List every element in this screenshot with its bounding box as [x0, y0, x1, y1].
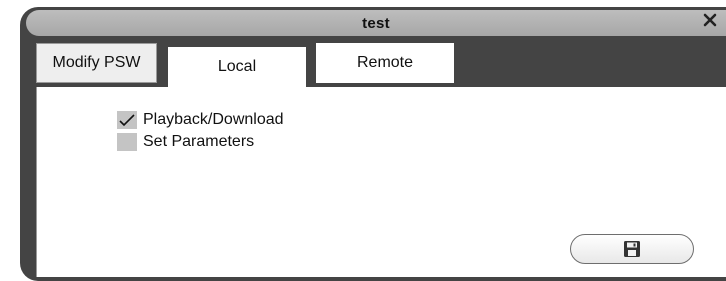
tab-local[interactable]: Local	[168, 47, 306, 87]
window-title: test	[362, 14, 390, 32]
checkbox[interactable]	[117, 111, 137, 129]
permission-label: Playback/Download	[143, 111, 284, 128]
close-icon	[703, 13, 717, 27]
dialog-window: test Modify PSW Local Remote Playback/Do…	[20, 7, 726, 281]
tab-label: Local	[217, 58, 257, 75]
tab-content-panel: Playback/Download Set Parameters	[36, 87, 726, 277]
checkbox[interactable]	[117, 133, 137, 151]
save-button[interactable]	[570, 234, 694, 264]
title-bar: test	[26, 10, 726, 36]
floppy-disk-icon	[624, 241, 640, 257]
permission-label: Set Parameters	[143, 133, 255, 150]
close-button[interactable]	[700, 10, 720, 30]
checkmark-icon	[119, 114, 135, 127]
permission-playback-download[interactable]: Playback/Download	[117, 111, 284, 129]
tab-modify-psw[interactable]: Modify PSW	[36, 43, 157, 83]
tab-remote[interactable]: Remote	[316, 43, 454, 83]
tab-bar: Modify PSW Local Remote	[36, 43, 726, 87]
tab-label: Remote	[356, 54, 414, 71]
permission-set-parameters[interactable]: Set Parameters	[117, 133, 254, 151]
tab-label: Modify PSW	[52, 54, 141, 71]
